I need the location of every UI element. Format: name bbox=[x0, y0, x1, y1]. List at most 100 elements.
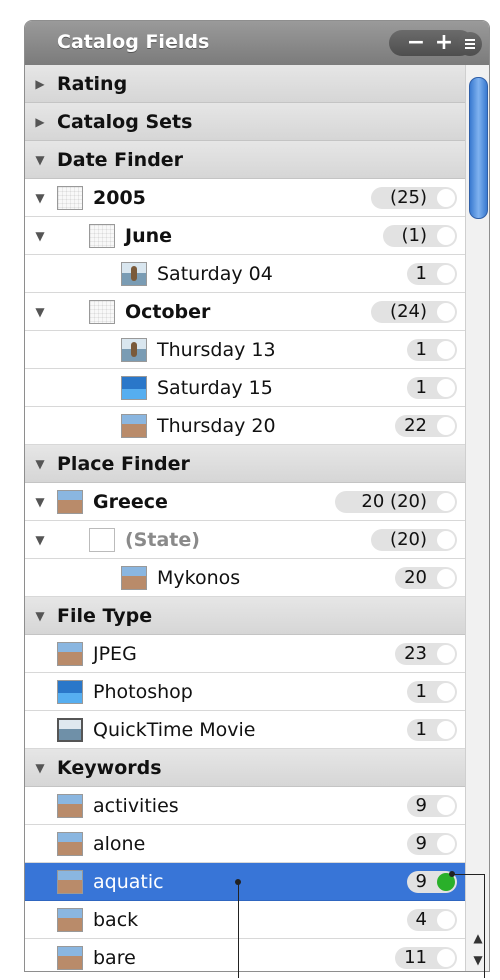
list-item[interactable]: bare 11 bbox=[25, 939, 465, 971]
section-header[interactable]: ▶ Rating bbox=[25, 65, 465, 103]
scroll-up-arrow-icon[interactable]: ▲ bbox=[466, 927, 489, 949]
count-badge: 4 bbox=[407, 909, 457, 931]
item-label: aquatic bbox=[93, 871, 164, 893]
list-item[interactable]: ▼ 2005 (25) bbox=[25, 179, 465, 217]
toggle-knob[interactable] bbox=[437, 493, 455, 511]
section-header[interactable]: ▼ Place Finder bbox=[25, 445, 465, 483]
section-label: Place Finder bbox=[57, 453, 190, 475]
count-value: (24) bbox=[390, 301, 427, 322]
item-label: June bbox=[125, 225, 173, 247]
calendar-icon bbox=[89, 300, 115, 324]
list-item[interactable]: ▼ October (24) bbox=[25, 293, 465, 331]
item-label: Mykonos bbox=[157, 567, 241, 589]
count-badge: 1 bbox=[407, 681, 457, 703]
disclosure-expanded-icon[interactable]: ▼ bbox=[33, 597, 47, 635]
list-item[interactable]: ▼ (State) (20) bbox=[25, 521, 465, 559]
list-item[interactable]: ▼ June (1) bbox=[25, 217, 465, 255]
toggle-knob[interactable] bbox=[437, 417, 455, 435]
toggle-knob[interactable] bbox=[437, 189, 455, 207]
disclosure-expanded-icon[interactable]: ▼ bbox=[33, 293, 47, 331]
count-value: 1 bbox=[415, 263, 427, 284]
list-item[interactable]: Thursday 20 22 bbox=[25, 407, 465, 445]
photo-beach-icon bbox=[57, 946, 83, 970]
section-header[interactable]: ▶ Catalog Sets bbox=[25, 103, 465, 141]
scrollbar-thumb[interactable] bbox=[469, 77, 488, 219]
remove-field-button[interactable]: − bbox=[403, 30, 429, 56]
section-header[interactable]: ▼ Keywords bbox=[25, 749, 465, 787]
section-header[interactable]: ▼ Date Finder bbox=[25, 141, 465, 179]
count-badge: 20 (20) bbox=[335, 491, 457, 513]
list-item[interactable]: QuickTime Movie 1 bbox=[25, 711, 465, 749]
count-badge: (1) bbox=[383, 225, 457, 247]
callout-line-toggle-vertical bbox=[484, 874, 485, 978]
list-item[interactable]: JPEG 23 bbox=[25, 635, 465, 673]
list-item[interactable]: back 4 bbox=[25, 901, 465, 939]
toggle-knob[interactable] bbox=[437, 911, 455, 929]
photo-beach-icon bbox=[57, 870, 83, 894]
list-item[interactable]: Mykonos 20 bbox=[25, 559, 465, 597]
count-value: 20 (20) bbox=[361, 491, 427, 512]
toggle-knob[interactable] bbox=[437, 265, 455, 283]
toggle-knob[interactable] bbox=[437, 645, 455, 663]
list-item[interactable]: activities 9 bbox=[25, 787, 465, 825]
catalog-fields-panel: Catalog Fields − + ▶ Rating ▶ Catalog Sets ▼… bbox=[24, 20, 490, 972]
count-badge: (24) bbox=[371, 301, 457, 323]
disclosure-expanded-icon[interactable]: ▼ bbox=[33, 217, 47, 255]
toggle-knob[interactable] bbox=[437, 531, 455, 549]
toggle-knob[interactable] bbox=[437, 721, 455, 739]
toggle-knob[interactable] bbox=[437, 683, 455, 701]
count-badge: 9 bbox=[407, 795, 457, 817]
count-value: 1 bbox=[415, 377, 427, 398]
photo-person-icon bbox=[121, 262, 147, 286]
disclosure-collapsed-icon[interactable]: ▶ bbox=[33, 103, 47, 141]
count-badge: 22 bbox=[395, 415, 457, 437]
panel-title: Catalog Fields bbox=[57, 31, 210, 53]
add-field-button[interactable]: + bbox=[431, 30, 457, 56]
section-header[interactable]: ▼ File Type bbox=[25, 597, 465, 635]
callout-dot-toggle bbox=[449, 871, 455, 877]
count-badge: 11 bbox=[395, 947, 457, 969]
toggle-knob[interactable] bbox=[437, 569, 455, 587]
toggle-knob[interactable] bbox=[437, 949, 455, 967]
list-item[interactable]: aquatic 9 bbox=[25, 863, 465, 901]
list-item[interactable]: alone 9 bbox=[25, 825, 465, 863]
section-label: File Type bbox=[57, 605, 153, 627]
item-label: (State) bbox=[125, 529, 200, 551]
toggle-knob[interactable] bbox=[437, 303, 455, 321]
disclosure-expanded-icon[interactable]: ▼ bbox=[33, 521, 47, 559]
toggle-knob[interactable] bbox=[437, 227, 455, 245]
section-label: Keywords bbox=[57, 757, 162, 779]
list-item[interactable]: Saturday 04 1 bbox=[25, 255, 465, 293]
disclosure-expanded-icon[interactable]: ▼ bbox=[33, 445, 47, 483]
toggle-knob[interactable] bbox=[437, 835, 455, 853]
disclosure-collapsed-icon[interactable]: ▶ bbox=[33, 65, 47, 103]
disclosure-expanded-icon[interactable]: ▼ bbox=[33, 179, 47, 217]
disclosure-expanded-icon[interactable]: ▼ bbox=[33, 749, 47, 787]
photo-person-icon bbox=[121, 338, 147, 362]
count-badge: 1 bbox=[407, 263, 457, 285]
item-label: October bbox=[125, 301, 211, 323]
list-item[interactable]: Photoshop 1 bbox=[25, 673, 465, 711]
disclosure-expanded-icon[interactable]: ▼ bbox=[33, 141, 47, 179]
list-item[interactable]: Saturday 15 1 bbox=[25, 369, 465, 407]
calendar-icon bbox=[89, 224, 115, 248]
photo-sea-icon bbox=[121, 376, 147, 400]
count-value: 1 bbox=[415, 681, 427, 702]
photo-beach-icon bbox=[57, 908, 83, 932]
item-label: Photoshop bbox=[93, 681, 193, 703]
list-item[interactable]: Thursday 13 1 bbox=[25, 331, 465, 369]
toggle-knob[interactable] bbox=[437, 797, 455, 815]
count-value: 1 bbox=[415, 719, 427, 740]
item-label: 2005 bbox=[93, 187, 146, 209]
list-options-button[interactable] bbox=[458, 32, 482, 56]
disclosure-expanded-icon[interactable]: ▼ bbox=[33, 483, 47, 521]
toggle-knob[interactable] bbox=[437, 379, 455, 397]
list-item[interactable]: ▼ Greece 20 (20) bbox=[25, 483, 465, 521]
toggle-knob[interactable] bbox=[437, 341, 455, 359]
vertical-scrollbar[interactable]: ▲ ▼ bbox=[465, 65, 489, 971]
callout-dot-row bbox=[235, 879, 241, 885]
item-label: Thursday 20 bbox=[157, 415, 276, 437]
count-value: 22 bbox=[404, 415, 427, 436]
field-list: ▶ Rating ▶ Catalog Sets ▼ Date Finder ▼ 2005 (25… bbox=[25, 65, 465, 971]
scroll-down-arrow-icon[interactable]: ▼ bbox=[466, 949, 489, 971]
